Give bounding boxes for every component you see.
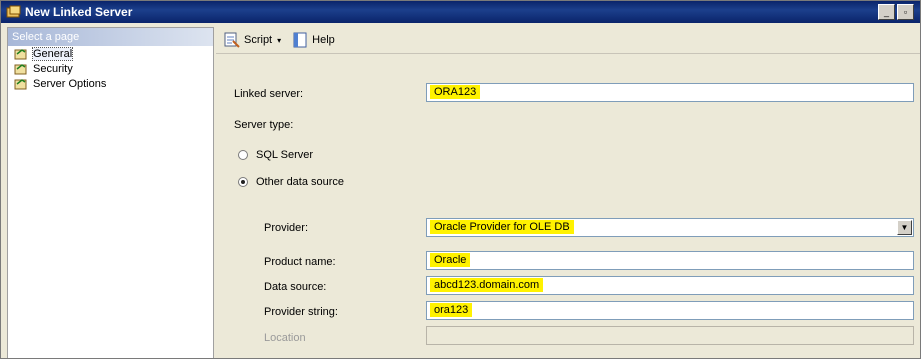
toolbar: Script ▾ Help bbox=[216, 27, 920, 54]
provider-select[interactable]: Oracle Provider for OLE DB ▼ bbox=[426, 218, 914, 237]
page-icon bbox=[14, 78, 27, 89]
radio-other-label: Other data source bbox=[256, 176, 345, 188]
title-bar[interactable]: New Linked Server _ ▫ bbox=[1, 1, 920, 23]
help-icon bbox=[293, 32, 307, 48]
window-title: New Linked Server bbox=[25, 5, 133, 19]
general-page: Script ▾ Help Linked server: ORA123 Serv… bbox=[216, 27, 920, 358]
location-label: Location bbox=[264, 332, 306, 344]
provider-string-value: ora123 bbox=[430, 303, 473, 317]
provider-string-label: Provider string: bbox=[264, 306, 338, 318]
window-controls: _ ▫ bbox=[878, 4, 914, 20]
data-source-label: Data source: bbox=[264, 281, 327, 293]
radio-sql-server-label: SQL Server bbox=[256, 149, 314, 161]
sidebar-item-label: Security bbox=[33, 62, 73, 75]
product-name-label: Product name: bbox=[264, 256, 336, 268]
linked-server-input[interactable]: ORA123 bbox=[426, 83, 914, 102]
script-button[interactable]: Script ▾ bbox=[220, 30, 284, 50]
product-name-value: Oracle bbox=[430, 253, 471, 267]
server-type-label: Server type: bbox=[234, 119, 294, 131]
data-source-input[interactable]: abcd123.domain.com bbox=[426, 276, 914, 295]
sidebar-item-label: General bbox=[31, 46, 74, 61]
linked-server-icon bbox=[6, 5, 21, 18]
product-name-input[interactable]: Oracle bbox=[426, 251, 914, 270]
script-label: Script bbox=[244, 34, 273, 46]
help-button[interactable]: Help bbox=[288, 30, 338, 50]
location-input bbox=[426, 326, 914, 345]
sidebar-item-general[interactable]: General bbox=[8, 46, 213, 61]
chevron-down-icon[interactable]: ▾ bbox=[277, 36, 281, 45]
radio-circle-icon bbox=[238, 150, 248, 160]
page-icon bbox=[14, 48, 27, 59]
sidebar-item-label: Server Options bbox=[33, 77, 107, 90]
general-form: Linked server: ORA123 Server type: SQL S… bbox=[216, 55, 920, 358]
select-page-pane: Select a page General Security Server Op… bbox=[7, 27, 214, 358]
select-page-header: Select a page bbox=[8, 28, 213, 46]
restore-button[interactable]: ▫ bbox=[897, 4, 914, 20]
provider-string-input[interactable]: ora123 bbox=[426, 301, 914, 320]
sidebar-item-server-options[interactable]: Server Options bbox=[8, 76, 213, 91]
linked-server-label: Linked server: bbox=[234, 88, 304, 100]
radio-other-data-source[interactable]: Other data source bbox=[238, 176, 344, 188]
provider-value: Oracle Provider for OLE DB bbox=[430, 220, 574, 234]
page-icon bbox=[14, 63, 27, 74]
help-label: Help bbox=[312, 34, 335, 46]
provider-label: Provider: bbox=[264, 222, 309, 234]
dropdown-arrow-icon[interactable]: ▼ bbox=[897, 220, 912, 235]
new-linked-server-window: New Linked Server _ ▫ Select a page Gene… bbox=[0, 0, 921, 359]
data-source-value: abcd123.domain.com bbox=[430, 278, 544, 292]
script-icon bbox=[224, 32, 240, 48]
sidebar-item-security[interactable]: Security bbox=[8, 61, 213, 76]
radio-sql-server[interactable]: SQL Server bbox=[238, 149, 313, 161]
minimize-button[interactable]: _ bbox=[878, 4, 895, 20]
radio-selected-icon bbox=[238, 177, 248, 187]
linked-server-value: ORA123 bbox=[430, 85, 481, 99]
